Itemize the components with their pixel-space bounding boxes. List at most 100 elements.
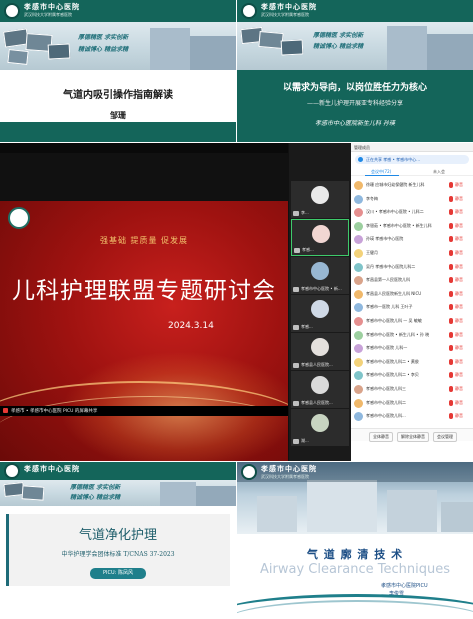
hospital-name: 孝感市中心医院 (261, 2, 317, 11)
member-mute-tag: 静音 (455, 358, 463, 364)
member-name: 孝感市中心医院 儿科一 (366, 345, 408, 351)
muted-microphone-icon[interactable] (449, 236, 453, 243)
mute-all-button[interactable]: 全体静音 (369, 432, 393, 442)
microphone-icon (293, 325, 299, 330)
member-row[interactable]: 汉川 • 孝感市中心医院 • 儿科二 静音 (351, 206, 473, 219)
muted-microphone-icon[interactable] (449, 209, 453, 216)
member-tabs: 会议中(72) 未入会 (351, 167, 473, 176)
muted-microphone-icon[interactable] (449, 277, 453, 284)
slide-header: 孝感市中心医院 武汉科技大学附属孝感医院 (237, 0, 473, 22)
member-row[interactable]: 孝感市一医院 儿科 王叶子 静音 (351, 301, 473, 314)
muted-microphone-icon[interactable] (449, 318, 453, 324)
participant-tile[interactable]: 孝感县人民医院... (291, 333, 349, 370)
muted-microphone-icon[interactable] (449, 250, 453, 256)
muted-microphone-icon[interactable] (449, 358, 453, 365)
slogan-bottom: 精诚博心 精益求精 (70, 494, 121, 501)
participant-tile[interactable]: 孝感县人民医院... (291, 371, 349, 408)
muted-microphone-icon[interactable] (449, 182, 453, 188)
member-name: 吴丹 孝感市中心医院儿科二 (366, 263, 416, 269)
slide-title: 儿科护理联盟专题研讨会 (12, 278, 276, 304)
slide-banner: 厚德精医 求实创新 精诚博心 精益求精 (0, 22, 236, 70)
slide-title: 气道内吸引操作指南解读 (63, 90, 173, 101)
muted-microphone-icon[interactable] (449, 399, 453, 406)
member-row[interactable]: 孝感市中心医院儿科... 静音 (351, 410, 473, 423)
member-mute-tag: 静音 (455, 318, 463, 323)
participant-tile[interactable]: 孝感... (291, 219, 349, 256)
microphone-icon (294, 248, 300, 253)
window-top-bar (0, 143, 288, 153)
slide-panel-airway-purification: 孝感市中心医院 厚德精医 求实创新 精诚博心 精益求精 气道净化护理 中华护理学… (0, 462, 236, 619)
member-name: 孝感市中心医院儿科三 (366, 386, 406, 391)
member-row[interactable]: 孝感市中心医院儿科二 • 黄俊 静音 (351, 356, 473, 369)
member-mute-tag: 静音 (455, 263, 463, 269)
member-mute-tag: 静音 (455, 222, 463, 228)
microphone-icon (3, 408, 8, 413)
member-name: 徐珊 应城市妇幼保健院 新生儿科 (366, 182, 425, 187)
member-name: 李冬梅 (366, 195, 378, 201)
member-mute-tag: 静音 (455, 290, 463, 296)
hospital-subname: 武汉科技大学附属孝感医院 (261, 12, 309, 17)
participant-tile[interactable]: 孝感市中心医院 • 新... (291, 257, 349, 294)
slide-panel-airway-suction: 孝感市中心医院 武汉科技大学附属孝感医院 厚德精医 求实创新 精诚博心 精益求精… (0, 0, 236, 142)
hospital-logo-icon (241, 3, 257, 19)
member-name: 孝感市一医院 儿科 王叶子 (366, 304, 413, 310)
member-name: 孙瑛 孝感市中心医院 (366, 236, 404, 242)
slide-title: 气道净化护理 (78, 528, 157, 543)
sharing-indicator[interactable]: 正在共享 孝感 • 孝感市中心... (355, 155, 469, 164)
member-row[interactable]: 孝感市中心医院儿科 — 吴 敏敏 静音 (351, 315, 473, 328)
member-avatar (354, 181, 363, 190)
member-row[interactable]: 孝昌县人民医院新生儿科 NICU 静音 (351, 288, 473, 301)
member-row[interactable]: 孝感市中心医院 • 新生儿科 • 孙 晓 静音 (351, 329, 473, 342)
muted-microphone-icon[interactable] (449, 290, 453, 297)
muted-microphone-icon[interactable] (449, 386, 453, 392)
member-mute-tag: 静音 (455, 195, 463, 201)
muted-microphone-icon[interactable] (449, 345, 453, 352)
member-name: 孝感市中心医院儿科... (366, 413, 406, 419)
member-name: 王健月 (366, 250, 378, 255)
muted-microphone-icon[interactable] (449, 331, 453, 338)
slide-header: 孝感市中心医院 武汉科技大学附属孝感医院 (0, 0, 236, 22)
tab-not-joined[interactable]: 未入会 (433, 169, 445, 175)
member-name: 孝感市中心医院儿科二 (366, 399, 406, 405)
muted-microphone-icon[interactable] (449, 195, 453, 202)
muted-microphone-icon[interactable] (449, 304, 453, 311)
microphone-icon (293, 287, 299, 292)
hospital-logo-icon (241, 464, 257, 480)
member-row[interactable]: 孙瑛 孝感市中心医院 静音 (351, 233, 473, 246)
member-row[interactable]: 王健月 静音 (351, 247, 473, 260)
member-row[interactable]: 李银茹 • 孝感市中心医院 • 新生儿科 静音 (351, 220, 473, 233)
member-row[interactable]: 孝感市中心医院 儿科一 静音 (351, 342, 473, 355)
member-mute-tag: 静音 (455, 345, 463, 351)
member-name: 李银茹 • 孝感市中心医院 • 新生儿科 (366, 222, 432, 228)
member-row[interactable]: 孝感市中心医院儿科二 静音 (351, 397, 473, 410)
hospital-name: 孝感市中心医院 (261, 464, 317, 473)
member-row[interactable]: 李冬梅 静音 (351, 193, 473, 206)
member-row[interactable]: 徐珊 应城市妇幼保健院 新生儿科 静音 (351, 179, 473, 192)
member-row[interactable]: 孝昌县第一人民医院儿科 静音 (351, 274, 473, 287)
participant-tile[interactable]: 孝感... (291, 295, 349, 332)
muted-microphone-icon[interactable] (449, 372, 453, 379)
participant-tile[interactable]: 湖... (291, 409, 349, 446)
hospital-subname: 武汉科技大学附属孝感医院 (24, 12, 72, 17)
microphone-icon (293, 211, 299, 216)
member-row[interactable]: 孝感市中心医院儿科三 静音 (351, 383, 473, 396)
slide-panel-airway-clearance: 孝感市中心医院 武汉科技大学附属孝感医院 气 道 廓 清 技 术 Airway … (237, 462, 473, 619)
member-name: 孝昌县人民医院新生儿科 NICU (366, 290, 422, 296)
muted-microphone-icon[interactable] (449, 263, 453, 270)
muted-microphone-icon[interactable] (449, 413, 453, 420)
meeting-manage-button[interactable]: 会议管理 (433, 432, 457, 442)
member-avatar (354, 262, 363, 272)
muted-microphone-icon[interactable] (449, 222, 453, 229)
participant-tile[interactable]: 李... (291, 181, 349, 218)
slide-footer (0, 122, 236, 142)
member-row[interactable]: 吴丹 孝感市中心医院儿科二 静音 (351, 261, 473, 274)
hospital-logo-icon (8, 207, 30, 229)
member-mute-tag: 静音 (455, 236, 463, 242)
member-footer: 全体静音 解除全体静音 会议管理 (351, 428, 473, 442)
member-row[interactable]: 孝感市中心医院儿科二 • 李贝 静音 (351, 369, 473, 382)
member-mute-tag: 静音 (455, 386, 463, 391)
unmute-all-button[interactable]: 解除全体静音 (397, 432, 429, 442)
member-avatar (354, 385, 363, 394)
participant-video-strip: 李... 孝感... 孝感市中心医院 • 新... 孝感... 孝感县人民医院.… (289, 143, 351, 461)
member-mute-tag: 静音 (455, 277, 463, 283)
